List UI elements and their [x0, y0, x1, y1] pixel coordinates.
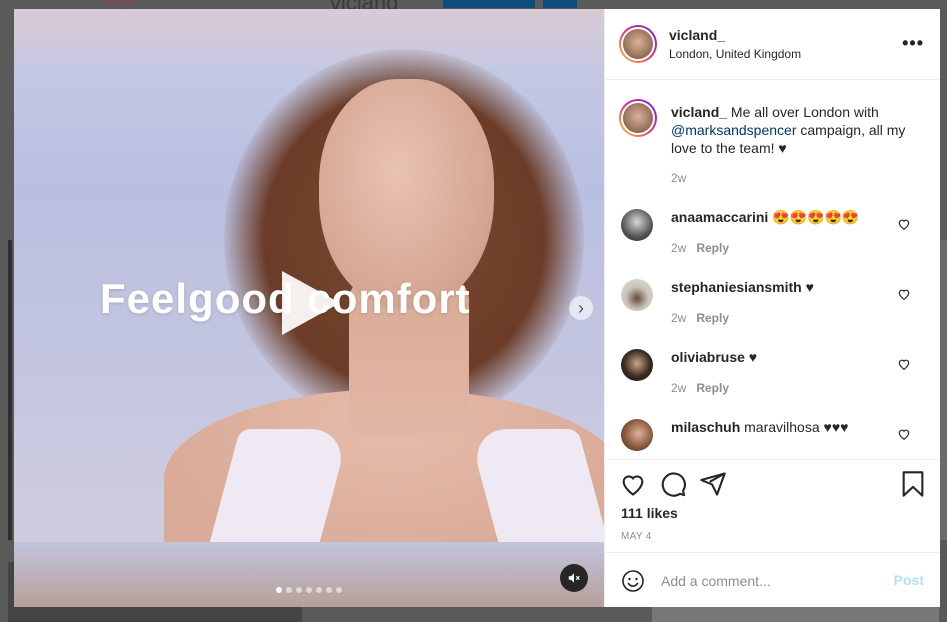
caption-mention[interactable]: @marksandspencer — [671, 122, 797, 138]
comment-like-heart-icon[interactable] — [897, 287, 911, 301]
comment-item: anaamaccarini 😍😍😍😍😍 2w Reply — [605, 209, 940, 279]
carousel-dot — [306, 587, 312, 593]
carousel-dot — [286, 587, 292, 593]
post-modal: Feelgood comfort › vicland_ London, Unit… — [14, 9, 940, 607]
post-comment-button[interactable]: Post — [894, 572, 924, 588]
comment-text: milaschuh maravilhosa ♥♥♥ — [671, 419, 891, 435]
caption: vicland_ Me all over London with @marksa… — [671, 103, 921, 157]
bookmark-icon[interactable] — [899, 470, 927, 498]
muted-speaker-icon[interactable] — [560, 564, 588, 592]
post-video[interactable]: Feelgood comfort › — [14, 9, 604, 607]
comment-avatar[interactable] — [621, 209, 653, 241]
video-frame-strip — [14, 542, 604, 607]
comment-time[interactable]: 2w — [671, 311, 686, 325]
comment-username[interactable]: anaamaccarini — [671, 209, 768, 225]
chevron-right-icon[interactable]: › — [569, 296, 593, 320]
caption-username[interactable]: vicland_ — [671, 104, 727, 120]
carousel-dot — [296, 587, 302, 593]
header-username[interactable]: vicland_ — [669, 27, 725, 43]
reply-button[interactable]: Reply — [696, 241, 729, 255]
caption-text-before: Me all over London with — [727, 104, 879, 120]
comment-text: stephaniesiansmith ♥ — [671, 279, 891, 295]
carousel-dot — [336, 587, 342, 593]
comment-icon[interactable] — [659, 470, 687, 498]
reply-button[interactable]: Reply — [696, 311, 729, 325]
comment-meta: 2w Reply — [671, 311, 729, 325]
comment-like-heart-icon[interactable] — [897, 357, 911, 371]
comments-list[interactable]: vicland_ Me all over London with @marksa… — [605, 79, 940, 459]
comment-text: oliviabruse ♥ — [671, 349, 891, 365]
post-side-panel: vicland_ London, United Kingdom ••• vicl… — [604, 9, 940, 607]
header-avatar[interactable] — [619, 25, 657, 63]
carousel-dot — [326, 587, 332, 593]
muted-speaker-svg — [568, 573, 580, 583]
add-comment-bar: Post — [605, 552, 940, 608]
heart-icon[interactable] — [619, 470, 647, 498]
likes-count[interactable]: 111 likes — [621, 505, 678, 521]
comment-body: ♥ — [801, 279, 814, 295]
post-header: vicland_ London, United Kingdom ••• — [605, 9, 940, 80]
caption-time[interactable]: 2w — [671, 171, 686, 185]
comment-time[interactable]: 2w — [671, 381, 686, 395]
background-message-button — [443, 0, 535, 8]
comment-time[interactable]: 2w — [671, 241, 686, 255]
carousel-dot — [316, 587, 322, 593]
comment-item: oliviabruse ♥ 2w Reply — [605, 349, 940, 419]
video-frame-strip — [14, 9, 604, 65]
emoji-icon[interactable] — [621, 569, 645, 593]
comment-item: stephaniesiansmith ♥ 2w Reply — [605, 279, 940, 349]
carousel-dots — [276, 587, 342, 593]
comment-item: milaschuh maravilhosa ♥♥♥ — [605, 419, 940, 459]
more-options-icon[interactable]: ••• — [902, 33, 924, 54]
comment-body: ♥ — [744, 349, 758, 365]
comment-avatar[interactable] — [621, 349, 653, 381]
comment-avatar[interactable] — [621, 419, 653, 451]
play-icon[interactable] — [282, 271, 340, 335]
post-date[interactable]: MAY 4 — [621, 531, 652, 542]
comment-username[interactable]: stephaniesiansmith — [671, 279, 802, 295]
comment-like-heart-icon[interactable] — [897, 427, 911, 441]
comment-like-heart-icon[interactable] — [897, 217, 911, 231]
background-follow-button — [543, 0, 577, 8]
paper-plane-icon[interactable] — [699, 470, 727, 498]
comment-username[interactable]: oliviabruse — [671, 349, 745, 365]
comment-body: maravilhosa ♥♥♥ — [740, 419, 849, 435]
caption-avatar[interactable] — [619, 99, 657, 137]
comment-username[interactable]: milaschuh — [671, 419, 740, 435]
comment-text: anaamaccarini 😍😍😍😍😍 — [671, 209, 891, 226]
carousel-dot — [276, 587, 282, 593]
comment-avatar[interactable] — [621, 279, 653, 311]
comment-meta: 2w Reply — [671, 241, 729, 255]
comment-body: 😍😍😍😍😍 — [768, 209, 860, 225]
comment-meta: 2w Reply — [671, 381, 729, 395]
comment-input[interactable] — [659, 569, 883, 593]
background-tile — [8, 240, 12, 540]
background-profile-avatar — [80, 0, 160, 4]
reply-button[interactable]: Reply — [696, 381, 729, 395]
header-location[interactable]: London, United Kingdom — [669, 47, 801, 61]
